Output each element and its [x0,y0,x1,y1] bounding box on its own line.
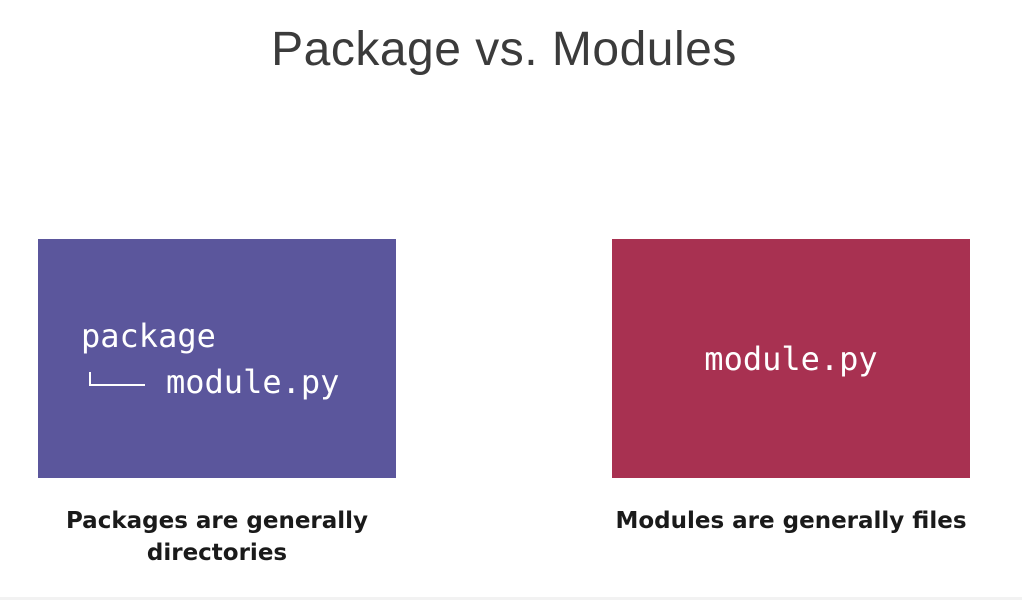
slide-title: Package vs. Modules [271,23,737,76]
package-name: package [81,317,216,355]
package-caption: Packages are generally directories [65,508,369,566]
module-card: module.py [612,239,970,478]
package-tree-child: module.py [81,363,339,401]
module-file-name: module.py [704,339,878,378]
package-module-name: module.py [166,363,340,401]
package-card: package module.py [38,239,396,478]
module-card-content: module.py [612,239,970,478]
tree-branch-icon [81,372,156,392]
module-caption: Modules are generally files [615,508,967,534]
